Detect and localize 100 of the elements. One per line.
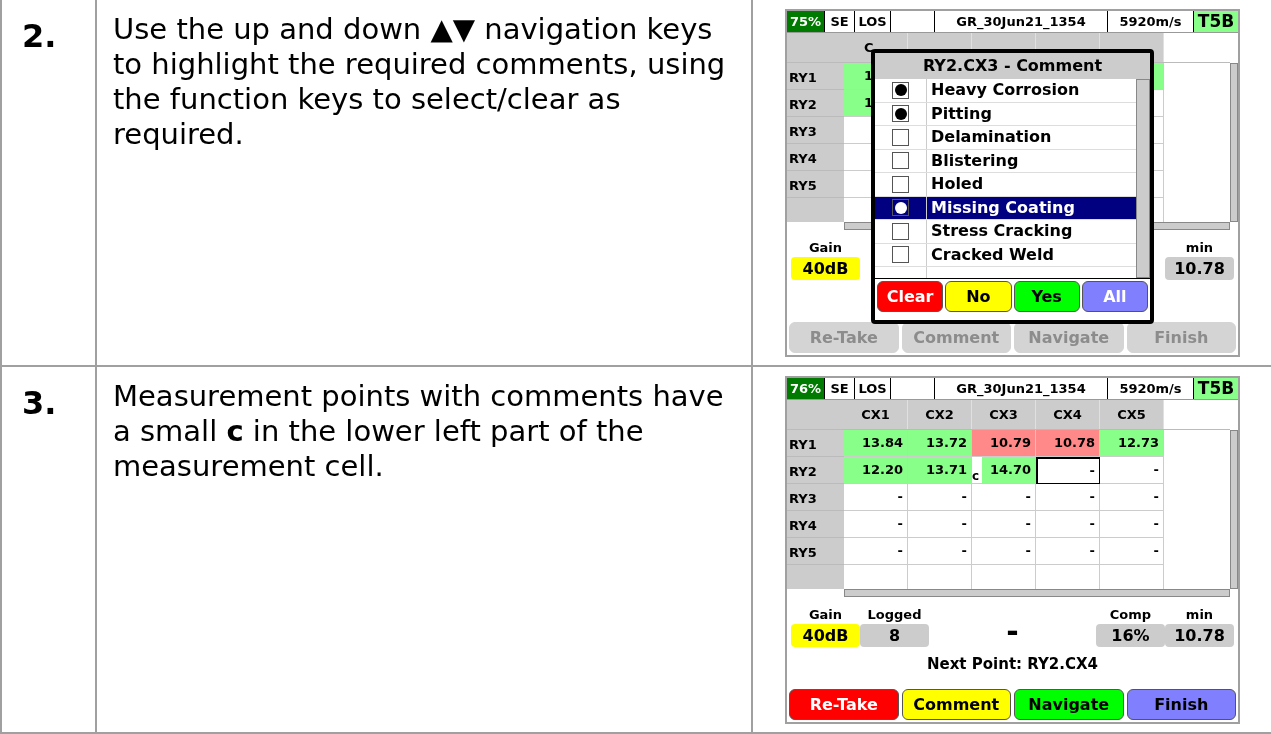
comment-option[interactable]: Delamination [875,126,1136,150]
stat-value: 40dB [791,257,860,280]
next-point-label: Next Point: RY2.CX4 [926,653,1098,675]
column-header: CX3 [972,400,1036,429]
option-label: Blistering [930,149,1019,172]
row-header: RY1 [787,430,844,457]
option-label: Stress Cracking [930,220,1073,243]
action-button[interactable]: Re-Take [789,689,899,720]
checkbox[interactable] [892,105,909,123]
stat-label: Gain [808,238,843,257]
instruction-text: Measurement points with comments have a small c in the lower left part of the measurement cell. [113,379,725,484]
vertical-scrollbar[interactable] [1230,63,1238,222]
comment-option[interactable]: Heavy Corrosion [875,79,1136,103]
comment-option[interactable]: Stress Cracking [875,220,1136,244]
cell-value: - [1153,542,1159,561]
row-header: RY1 [787,63,844,90]
transducer-label: T5B [1194,11,1238,32]
option-label: Heavy Corrosion [930,79,1080,102]
dialog-button[interactable]: Clear [877,281,944,312]
stat-value: 10.78 [1165,257,1234,280]
comment-option[interactable]: Holed [875,173,1136,197]
stat-label: Gain [808,605,843,624]
cell-value: - [1089,462,1095,481]
dialog-button[interactable]: No [945,281,1012,312]
comment-option[interactable]: Missing Coating [875,196,1136,220]
column-header: CX5 [1100,400,1164,429]
horizontal-scrollbar[interactable] [844,589,1230,597]
cell-value: 14.70 [989,461,1031,480]
action-button[interactable]: Comment [901,689,1011,720]
instruction-text: Use the up and down ▲▼ navigation keys to highlight the required comments, using the function keys to select/clear as required. [113,12,727,152]
cell-value: - [1153,515,1159,534]
stat-label: min [1185,238,1214,257]
cell-value: - [897,488,903,507]
cell-value: 13.72 [925,434,967,453]
stat-value: 16% [1096,624,1165,647]
checkbox[interactable] [892,222,909,240]
transducer-label: T5B [1194,378,1238,399]
row-header: RY2 [787,90,844,117]
comment-option[interactable]: Blistering [875,149,1136,173]
cell-value: - [1089,488,1095,507]
cell-value: - [961,488,967,507]
file-name: GR_30Jun21_1354 [935,11,1108,32]
row-header: RY4 [787,144,844,171]
cell-value: - [1153,488,1159,507]
battery-indicator: 75% [787,11,825,32]
cell-value: 12.20 [861,461,903,480]
option-label: Pitting [930,102,992,125]
cell-value: - [961,515,967,534]
cell-value: 13.71 [925,461,967,480]
cell-value: 13.84 [861,434,903,453]
probe-label: LOS [855,11,891,32]
option-label: Holed [930,173,984,196]
checkbox[interactable] [892,152,909,170]
dialog-button[interactable]: Yes [1013,281,1080,312]
cell-value: - [897,515,903,534]
row-header: RY3 [787,117,844,144]
checkbox[interactable] [892,81,909,99]
checkbox[interactable] [892,128,909,146]
mode-label: SE [825,378,855,399]
vertical-scrollbar[interactable] [1136,79,1150,278]
row-header: RY5 [787,538,844,565]
reading-value: - [1005,617,1020,647]
grid-corner [787,33,844,62]
option-label: Cracked Weld [930,243,1054,266]
option-label: Missing Coating [930,196,1075,219]
battery-indicator: 76% [787,378,825,399]
action-button[interactable]: Finish [1126,689,1236,720]
file-name: GR_30Jun21_1354 [935,378,1108,399]
probe-label: LOS [855,378,891,399]
comment-mark: c [972,457,982,483]
checkbox[interactable] [892,199,909,217]
checkbox[interactable] [892,246,909,264]
action-button[interactable]: Navigate [1014,689,1124,720]
checkbox[interactable] [892,175,909,193]
cell-value: - [1025,488,1031,507]
stat-label: min [1185,605,1214,624]
cell-value: - [961,542,967,561]
row-header: RY3 [787,484,844,511]
vertical-scrollbar[interactable] [1230,430,1238,589]
column-header: CX4 [1036,400,1100,429]
mode-label: SE [825,11,855,32]
column-header: CX2 [908,400,972,429]
comment-option[interactable]: Cracked Weld [875,243,1136,267]
cell-value: 1 [864,94,874,113]
cell-value: - [1025,515,1031,534]
step-number: 2. [22,17,57,55]
stat-value: 40dB [791,624,860,647]
option-label: Delamination [930,126,1052,149]
stat-value: 8 [860,624,929,647]
cell-value: - [1153,461,1159,480]
cell-value: 10.79 [989,434,1031,453]
row-header [787,198,844,222]
cell-value: 10.78 [1053,434,1095,453]
cell-value: 12.73 [1117,434,1159,453]
stat-label: Logged [867,605,922,624]
dialog-title: RY2.CX3 - Comment [875,53,1150,79]
cell-value: - [1089,542,1095,561]
column-header: CX1 [844,400,908,429]
row-header: RY2 [787,457,844,484]
comment-option[interactable]: Pitting [875,102,1136,126]
